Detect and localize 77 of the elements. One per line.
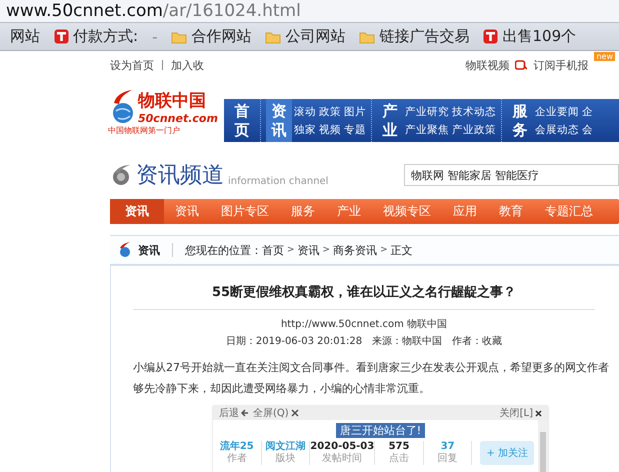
top-link[interactable]: 设为首页 [110,58,154,72]
nav-link[interactable]: 独家 [294,122,316,136]
nav-link[interactable]: 政策 [319,104,341,118]
nav-link[interactable]: 视频 [319,122,341,136]
section-label: 资讯 [138,242,160,258]
nav-link[interactable]: 图片 [344,104,366,118]
stat-label: 版块 [275,453,296,465]
nav-link[interactable]: 企业要闻 [535,104,579,118]
nav-link[interactable]: 产业研究 [405,104,449,118]
stat-value: 2020-05-03 [310,441,374,452]
folder-icon [359,30,376,44]
expand-icon [290,409,299,417]
nav-link[interactable]: 产业政策 [452,122,496,136]
breadcrumb-separator: > [287,245,295,255]
nav-link[interactable]: 专题 [344,122,366,136]
stat-value: 575 [388,441,410,452]
close-icon [535,410,542,416]
bookmark[interactable]: 公司网站 [265,27,346,46]
breadcrumb-separator: > [380,245,388,255]
nav-link[interactable]: 产业聚焦 [405,122,449,136]
channel-subtitle: information channel [228,176,328,186]
back-arrow-icon [241,409,249,417]
globe-icon [110,89,136,125]
breadcrumb-link[interactable]: 首页 [262,242,284,258]
breadcrumb-separator: > [322,245,330,255]
new-badge: new [594,52,615,60]
url-host: www.50cnnet.com [6,1,163,21]
post-title: 唐三开始站台了! [336,423,426,438]
site-icon [54,29,69,44]
breadcrumb-link[interactable]: 资讯 [298,242,320,258]
address-bar[interactable]: www.50cnnet.com/ar/161024.html [0,0,619,22]
search-field[interactable]: 物联网 智能家居 智能医疗 [404,164,619,186]
video-icon [515,60,528,70]
swirl-icon [110,164,132,186]
article-meta: 来源：物联中国 [372,334,442,348]
top-link[interactable]: 加入收 [171,58,204,72]
nav-link[interactable]: 技术动态 [452,104,496,118]
channel-tab[interactable]: 资讯 [110,199,164,224]
breadcrumb-link[interactable]: 商务资讯 [333,242,378,258]
nav-section[interactable]: 服务 [507,99,533,142]
paragraph-line: 够先冷静下来，却因此遭受网络暴力，小编的心情非常沉重。 [133,381,431,396]
close-button[interactable]: 关闭[L] [500,406,542,420]
site-icon [483,29,498,44]
site-logo[interactable]: 物联中国 50cnnet.com 中国物联网第一门户 [110,85,218,147]
nav-link[interactable]: 企 [582,104,593,118]
nav-section[interactable]: 产业 [377,99,403,142]
location-label: 您现在的位置： [185,242,262,258]
article-meta: 作者：收藏 [452,334,502,348]
globe-icon [118,242,132,258]
top-link[interactable]: 订阅手机报 [533,58,588,72]
bookmark[interactable]: 链接广告交易 [359,27,470,46]
top-link[interactable]: 物联视频 [465,58,510,72]
stat-label: 作者 [226,453,247,465]
bookmark[interactable]: 出售109个 [483,27,576,46]
bookmark[interactable]: 网站 [10,27,40,46]
paragraph-line: 小编从27号开始就一直在关注阅文合同事件。看到唐家三少在发表公开观点，希望更多的网文作者 [133,360,610,375]
url-path: /ar/161024.html [162,1,301,21]
article-source: http://www.50cnnet.com 物联中国 [280,318,448,331]
nav-link[interactable]: 会展动态 [535,122,579,136]
bookmark[interactable]: 合作网站 [171,27,252,46]
stat-label: 发帖时间 [322,453,362,465]
folder-icon [171,30,188,44]
nav-section[interactable]: 首页 [229,99,255,142]
breadcrumb-link[interactable]: 正文 [390,242,413,258]
viewer-button[interactable]: 后退 [219,406,249,420]
stat-label: 回复 [438,453,458,465]
article-title: 55断更假维权真霸权，谁在以正义之名行龌龊之事？ [133,266,595,310]
channel-title: 资讯频道 [136,162,224,190]
scrollbar[interactable] [538,420,548,472]
bookmark[interactable]: 付款方式: [54,27,138,46]
viewer-button[interactable]: 全屏(Q) [253,406,299,420]
folder-icon [265,30,282,44]
nav-link[interactable]: 滚动 [294,104,316,118]
article-meta: 日期：2019-06-03 20:01:28 [226,334,362,348]
nav-link[interactable]: 会 [582,122,593,136]
stat-label: 点击 [389,453,410,465]
nav-section[interactable]: 资讯 [266,99,292,142]
